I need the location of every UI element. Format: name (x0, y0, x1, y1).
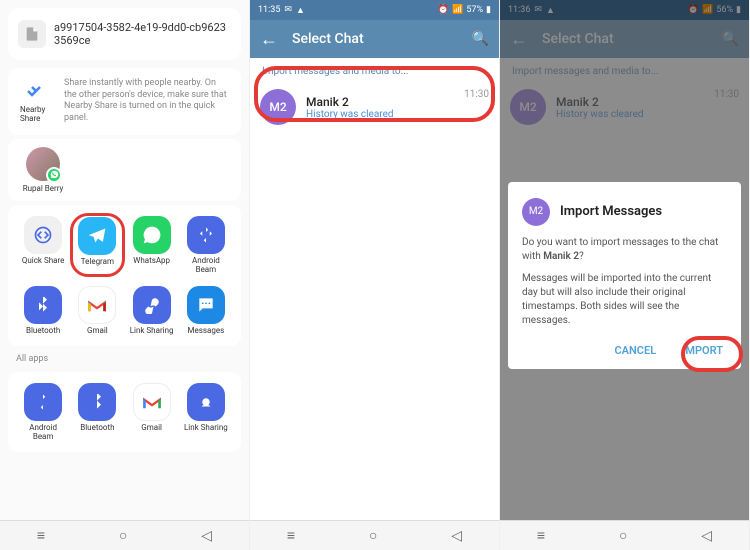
telegram-app[interactable]: Telegram (70, 213, 124, 277)
link-sharing-icon (187, 383, 225, 421)
back-button[interactable]: ◁ (451, 528, 462, 544)
quick-share-app[interactable]: Quick Share (16, 213, 70, 277)
import-section-header: Import messages and media to... (250, 58, 499, 81)
quick-share-icon (24, 216, 62, 254)
home-button[interactable]: ○ (119, 527, 127, 544)
all-apps-label: All apps (0, 350, 249, 368)
home-button[interactable]: ○ (619, 527, 627, 544)
nearby-share-icon: Nearby Share (20, 79, 52, 123)
gmail-icon (78, 286, 116, 324)
link-sharing-icon (133, 286, 171, 324)
share-sheet-panel: a9917504-3582-4e19-9dd0-cb96233569ce Nea… (0, 0, 250, 550)
android-nav-bar: ≡ ○ ◁ (500, 520, 749, 550)
cancel-button[interactable]: CANCEL (610, 340, 660, 361)
notification-icon: ✉ (284, 5, 292, 15)
chat-subtitle: History was cleared (306, 109, 454, 120)
bluetooth-app-2[interactable]: Bluetooth (70, 380, 124, 444)
gmail-app-2[interactable]: Gmail (125, 380, 179, 444)
dialog-avatar: M2 (522, 198, 550, 226)
gmail-app[interactable]: Gmail (70, 283, 124, 338)
chat-name: Manik 2 (306, 95, 454, 109)
whatsapp-icon (133, 216, 171, 254)
back-button[interactable]: ◁ (201, 528, 212, 544)
header-title: Select Chat (292, 31, 458, 47)
dialog-actions: CANCEL IMPORT (522, 340, 727, 361)
alarm-icon: ⏰ (438, 5, 449, 15)
dialog-note: Messages will be imported into the curre… (522, 272, 727, 328)
import-button[interactable]: IMPORT (678, 340, 727, 361)
home-button[interactable]: ○ (369, 527, 377, 544)
chat-item-manik2[interactable]: M2 Manik 2 History was cleared 11:30 (250, 81, 499, 133)
link-sharing-app-2[interactable]: Link Sharing (179, 380, 233, 444)
app-grid-2: Android Beam Bluetooth Gmail Link Sharin… (8, 372, 241, 452)
bluetooth-icon (78, 383, 116, 421)
signal-icon: 📶 (452, 5, 463, 15)
whatsapp-badge-icon (46, 167, 62, 183)
telegram-header: ← Select Chat 🔍 (250, 20, 499, 58)
android-beam-icon (187, 216, 225, 254)
battery-icon: ▮ (486, 5, 491, 15)
contact-rupal[interactable]: Rupal Berry (20, 147, 66, 193)
dialog-title: Import Messages (560, 204, 662, 219)
back-arrow-icon[interactable]: ← (260, 29, 278, 50)
android-beam-icon (24, 383, 62, 421)
bluetooth-app[interactable]: Bluetooth (16, 283, 70, 338)
gmail-icon (133, 383, 171, 421)
filename-text: a9917504-3582-4e19-9dd0-cb96233569ce (54, 21, 231, 47)
messages-icon (187, 286, 225, 324)
search-icon[interactable]: 🔍 (472, 31, 489, 47)
share-file-header: a9917504-3582-4e19-9dd0-cb96233569ce (8, 8, 241, 60)
status-bar: 11:35✉▲ ⏰📶57%▮ (250, 0, 499, 20)
modal-overlay[interactable]: M2 Import Messages Do you want to import… (500, 0, 749, 550)
nearby-share-desc: Share instantly with people nearby. On t… (64, 78, 229, 125)
recent-apps-button[interactable]: ≡ (287, 527, 295, 544)
android-beam-app[interactable]: Android Beam (179, 213, 233, 277)
bluetooth-icon (24, 286, 62, 324)
messages-app[interactable]: Messages (179, 283, 233, 338)
import-dialog: M2 Import Messages Do you want to import… (508, 182, 741, 369)
chat-avatar: M2 (260, 89, 296, 125)
telegram-icon (78, 217, 116, 255)
contacts-row: Rupal Berry (8, 139, 241, 201)
dialog-question: Do you want to import messages to the ch… (522, 236, 727, 264)
android-beam-app-2[interactable]: Android Beam (16, 380, 70, 444)
android-nav-bar: ≡ ○ ◁ (250, 520, 499, 550)
warning-icon: ▲ (296, 5, 305, 16)
recent-apps-button[interactable]: ≡ (537, 527, 545, 544)
back-button[interactable]: ◁ (701, 528, 712, 544)
nearby-share-row[interactable]: Nearby Share Share instantly with people… (8, 68, 241, 135)
recent-apps-button[interactable]: ≡ (37, 527, 45, 544)
android-nav-bar: ≡ ○ ◁ (0, 520, 249, 550)
chat-time: 11:30 (464, 89, 489, 100)
telegram-import-dialog-panel: 11:36✉▲ ⏰📶56%▮ ← Select Chat 🔍 Import me… (500, 0, 750, 550)
app-grid-1: Quick Share Telegram WhatsApp Android Be… (8, 205, 241, 346)
whatsapp-app[interactable]: WhatsApp (125, 213, 179, 277)
link-sharing-app[interactable]: Link Sharing (125, 283, 179, 338)
document-icon (18, 20, 46, 48)
telegram-select-chat-panel: 11:35✉▲ ⏰📶57%▮ ← Select Chat 🔍 Import me… (250, 0, 500, 550)
